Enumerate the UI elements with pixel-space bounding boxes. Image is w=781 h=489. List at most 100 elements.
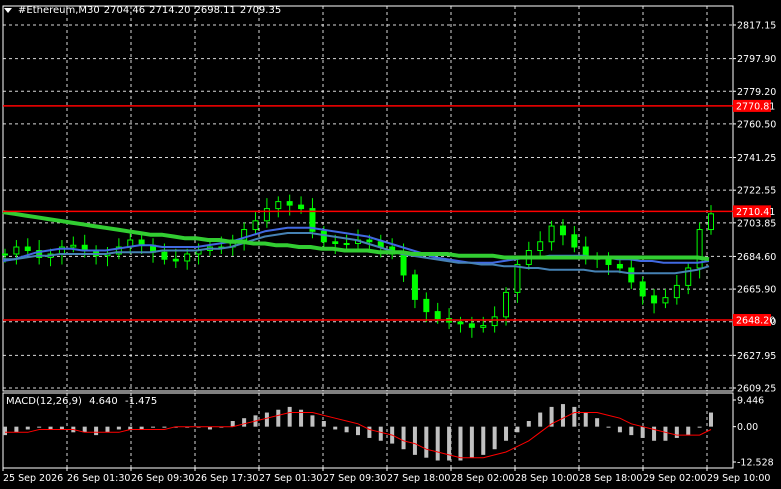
- symbol-label: #Ethereum,M30: [18, 4, 100, 16]
- candle-body: [400, 253, 407, 276]
- macd-histogram-bar: [25, 426, 30, 430]
- macd-histogram-bar: [492, 426, 497, 450]
- chart-window: 2817.15 2797.90 2779.20 2760.50 2741.25 2722.…: [0, 0, 781, 489]
- macd-header: MACD(12,26,9) 4.640 -1.475: [6, 396, 161, 407]
- price-tick-label: 2741.25: [737, 153, 776, 164]
- macd-histogram-bar: [401, 426, 406, 450]
- macd-label: MACD(12,26,9): [6, 396, 82, 407]
- macd-tick-label: -12.528: [737, 458, 774, 469]
- candle-body: [411, 274, 418, 300]
- candle-body: [184, 253, 191, 262]
- candle-body: [457, 321, 464, 325]
- macd-histogram-bar: [264, 412, 269, 427]
- macd-histogram-bar: [469, 426, 474, 458]
- candle-body: [673, 284, 680, 299]
- macd-signal-value: -1.475: [124, 396, 158, 407]
- candle-body: [480, 325, 487, 328]
- macd-histogram-bar: [640, 426, 645, 438]
- macd-histogram-bar: [526, 421, 531, 427]
- candle-body: [491, 316, 498, 327]
- macd-histogram-bar: [458, 426, 463, 461]
- macd-histogram-bar: [94, 426, 99, 436]
- macd-histogram-bar: [276, 409, 281, 427]
- price-tick-label: 2760.50: [737, 119, 776, 130]
- candle-body: [616, 263, 623, 269]
- high-value: 2714.20: [149, 4, 191, 16]
- candle-body: [605, 258, 612, 265]
- time-tick-label: 26 Sep 01:30: [67, 473, 130, 484]
- candle-body: [286, 201, 293, 206]
- time-tick-label: 27 Sep 01:30: [259, 473, 322, 484]
- dropdown-triangle-icon[interactable]: [4, 7, 12, 13]
- macd-main-value: 4.640: [89, 396, 118, 407]
- candle-body: [366, 239, 373, 243]
- time-tick-label: 27 Sep 18:00: [387, 473, 450, 484]
- candle-body: [639, 281, 646, 297]
- macd-histogram-bar: [242, 418, 247, 427]
- macd-histogram-bar: [321, 421, 326, 427]
- time-tick-label: 28 Sep 02:00: [451, 473, 514, 484]
- macd-histogram-bar: [378, 426, 383, 441]
- macd-histogram-bar: [3, 426, 7, 436]
- macd-tick-label: 9.446: [737, 396, 764, 407]
- candle-body: [161, 251, 168, 260]
- macd-histogram-bar: [105, 426, 110, 433]
- macd-histogram-bar: [481, 426, 486, 455]
- price-tick-label: 2665.90: [737, 285, 776, 296]
- time-tick-label: 25 Sep 2026: [3, 473, 63, 484]
- price-tick-label: 2722.55: [737, 186, 776, 197]
- chart-canvas[interactable]: 2817.15 2797.90 2779.20 2760.50 2741.25 2722.…: [0, 0, 781, 489]
- price-tick-label: 2609.25: [737, 384, 776, 395]
- candle-body: [24, 246, 31, 251]
- candle-body: [70, 244, 77, 248]
- macd-histogram-bar: [697, 426, 702, 428]
- low-value: 2698.11: [194, 4, 236, 16]
- open-value: 2704.46: [103, 4, 146, 16]
- candle-body: [628, 267, 635, 283]
- ma-mid-line: [3, 232, 710, 275]
- candle-body: [332, 241, 339, 245]
- candle-body: [571, 234, 578, 248]
- macd-histogram-bar: [287, 406, 292, 427]
- time-tick-label: 28 Sep 10:00: [515, 473, 578, 484]
- macd-histogram-bar: [629, 426, 634, 436]
- price-tick-label: 2817.15: [737, 21, 776, 32]
- candle-body: [514, 263, 521, 293]
- candle-body: [423, 298, 430, 313]
- price-tick-label: 2703.85: [737, 218, 776, 229]
- price-tick-label: 2797.90: [737, 54, 776, 65]
- candle-body: [320, 230, 327, 243]
- macd-histogram-bar: [686, 426, 691, 436]
- candle-body: [662, 297, 669, 304]
- macd-histogram-bar: [617, 426, 622, 433]
- candle-body: [252, 220, 259, 231]
- macd-histogram-bar: [515, 426, 520, 433]
- macd-histogram-bar: [424, 426, 429, 458]
- time-tick-label: 28 Sep 18:00: [579, 473, 642, 484]
- macd-histogram-bar: [538, 412, 543, 427]
- candle-body: [343, 243, 350, 246]
- macd-histogram-bar: [162, 426, 167, 428]
- candle-body: [13, 246, 20, 255]
- candle-body: [468, 323, 475, 328]
- chart-header: #Ethereum,M30 2704.46 2714.20 2698.11 27…: [4, 3, 285, 17]
- candle-body: [651, 295, 658, 304]
- price-tick-label: 2627.95: [737, 351, 776, 362]
- time-tick-label: 26 Sep 17:30: [195, 473, 258, 484]
- macd-histogram-bar: [504, 426, 509, 441]
- candle-body: [548, 225, 555, 243]
- macd-histogram-bar: [333, 426, 338, 430]
- macd-histogram-bar: [606, 426, 611, 428]
- macd-histogram-bar: [310, 415, 315, 427]
- time-tick-label: 26 Sep 09:30: [131, 473, 194, 484]
- macd-histogram-bar: [583, 412, 588, 427]
- macd-histogram-bar: [435, 426, 440, 461]
- candle-body: [275, 201, 282, 210]
- level-label: 2710.41: [736, 207, 775, 218]
- macd-histogram-bar: [674, 426, 679, 438]
- macd-histogram-bar: [709, 412, 713, 427]
- candle-body: [503, 291, 510, 318]
- close-value: 2709.35: [239, 4, 282, 16]
- candle-body: [172, 258, 179, 262]
- candle-body: [537, 241, 544, 251]
